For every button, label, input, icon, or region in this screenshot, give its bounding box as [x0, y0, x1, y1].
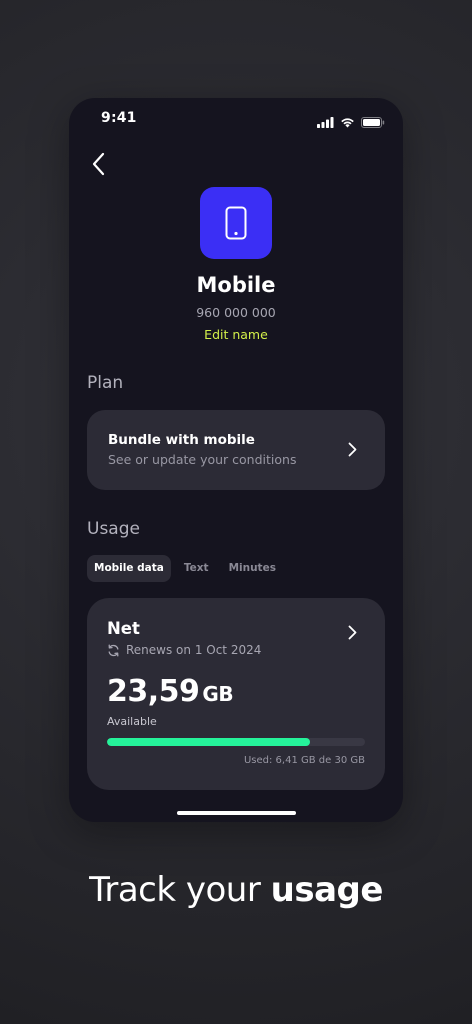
device-icon-tile — [200, 187, 272, 259]
tagline-bold: usage — [270, 870, 384, 910]
tab-text[interactable]: Text — [177, 555, 216, 582]
data-available-value: 23,59 GB — [107, 674, 234, 709]
wifi-icon — [340, 113, 355, 132]
chevron-left-icon — [92, 152, 105, 176]
tab-mobile-data[interactable]: Mobile data — [87, 555, 171, 582]
refresh-icon — [108, 644, 119, 656]
plan-card-subtitle: See or update your conditions — [108, 452, 297, 467]
device-number: 960 000 000 — [196, 305, 276, 320]
used-label: Used: 6,41 GB de 30 GB — [243, 755, 365, 766]
signal-icon — [317, 113, 334, 132]
chevron-right-icon — [348, 625, 357, 640]
chevron-right-icon — [348, 442, 357, 457]
home-indicator — [177, 811, 296, 815]
usage-progress-fill — [107, 738, 310, 746]
plan-card-title: Bundle with mobile — [108, 432, 255, 448]
back-button[interactable] — [87, 150, 111, 178]
usage-card-title: Net — [107, 619, 140, 638]
smartphone-icon — [225, 206, 247, 240]
edit-name-link[interactable]: Edit name — [69, 327, 403, 342]
tagline-regular: Track your — [89, 870, 271, 910]
status-icons — [317, 113, 385, 132]
tagline: Track your usage — [0, 870, 472, 910]
plan-card[interactable]: Bundle with mobile See or update your co… — [87, 410, 385, 490]
usage-card[interactable]: Net Renews on 1 Oct 2024 23,59 GB Availab… — [87, 598, 385, 790]
data-unit: GB — [202, 682, 234, 706]
battery-icon — [361, 113, 385, 132]
usage-section-title: Usage — [87, 519, 140, 539]
usage-progress-bar — [107, 738, 365, 746]
device-title: Mobile — [196, 273, 276, 297]
data-value: 23,59 — [107, 674, 200, 709]
status-bar: 9:41 — [69, 98, 403, 142]
renews-text: Renews on 1 Oct 2024 — [126, 643, 262, 657]
renews-row: Renews on 1 Oct 2024 — [107, 643, 261, 657]
usage-tabs: Mobile data Text Minutes — [87, 555, 283, 582]
phone-screen: 9:41 Mobile 960 000 000 Edit name Plan B… — [69, 98, 403, 822]
status-time: 9:41 — [101, 110, 137, 126]
available-label: Available — [107, 715, 157, 728]
tab-minutes[interactable]: Minutes — [222, 555, 283, 582]
plan-section-title: Plan — [87, 373, 124, 393]
